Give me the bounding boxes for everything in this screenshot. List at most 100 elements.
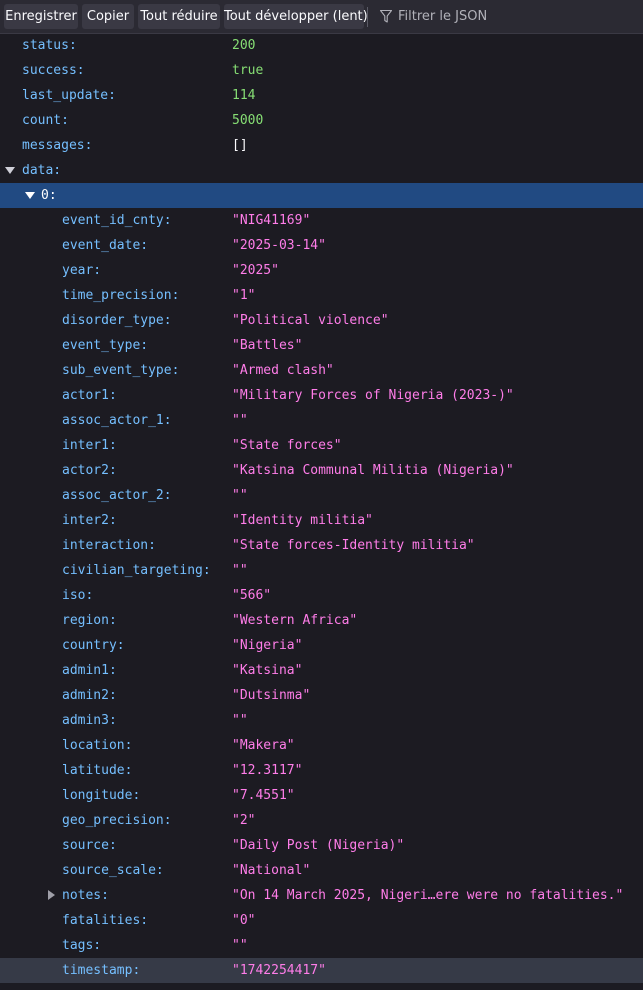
json-row-tags[interactable]: tags: "" [0, 933, 643, 958]
json-key: time_precision: [62, 288, 180, 303]
json-row-messages[interactable]: messages: [] [0, 133, 643, 158]
json-row-interaction[interactable]: interaction: "State forces-Identity milit… [0, 533, 643, 558]
json-tree: status: 200 success: true last_update: 1… [0, 33, 643, 983]
json-key: region: [62, 613, 117, 628]
filter-json-input[interactable]: Filtrer le JSON [378, 4, 628, 29]
json-key: status: [22, 38, 77, 53]
collapsed-chevron-icon[interactable] [48, 890, 55, 900]
json-key: iso: [62, 588, 94, 603]
json-value: "Makera" [232, 738, 295, 753]
json-key: admin1: [62, 663, 117, 678]
json-row-event-date[interactable]: event_date: "2025-03-14" [0, 233, 643, 258]
json-row-assoc-actor-1[interactable]: assoc_actor_1: "" [0, 408, 643, 433]
json-value: "NIG41169" [232, 213, 311, 228]
json-row-count[interactable]: count: 5000 [0, 108, 643, 133]
json-value: [] [232, 138, 248, 153]
json-key: timestamp: [62, 963, 141, 978]
json-row-civilian-targeting[interactable]: civilian_targeting: "" [0, 558, 643, 583]
json-row-location[interactable]: location: "Makera" [0, 733, 643, 758]
json-value: "Daily Post (Nigeria)" [232, 838, 405, 853]
json-row-success[interactable]: success: true [0, 58, 643, 83]
copy-button[interactable]: Copier [82, 4, 134, 29]
json-key: source: [62, 838, 117, 853]
json-key: year: [62, 263, 102, 278]
json-value: "12.3117" [232, 763, 303, 778]
json-row-assoc-actor-2[interactable]: assoc_actor_2: "" [0, 483, 643, 508]
expand-all-button[interactable]: Tout développer (lent) [224, 4, 368, 29]
json-key: event_type: [62, 338, 149, 353]
json-row-timestamp[interactable]: timestamp: "1742254417" [0, 958, 643, 983]
json-row-country[interactable]: country: "Nigeria" [0, 633, 643, 658]
json-row-iso[interactable]: iso: "566" [0, 583, 643, 608]
json-row-source[interactable]: source: "Daily Post (Nigeria)" [0, 833, 643, 858]
expanded-chevron-icon[interactable] [5, 167, 15, 174]
json-value: 200 [232, 38, 256, 53]
json-key: geo_precision: [62, 813, 172, 828]
json-value: "National" [232, 863, 311, 878]
json-key: success: [22, 63, 85, 78]
json-row-time-precision[interactable]: time_precision: "1" [0, 283, 643, 308]
json-key: count: [22, 113, 69, 128]
json-value: 114 [232, 88, 256, 103]
json-row-disorder-type[interactable]: disorder_type: "Political violence" [0, 308, 643, 333]
json-key: civilian_targeting: [62, 563, 211, 578]
json-row-event-type[interactable]: event_type: "Battles" [0, 333, 643, 358]
json-value: "2" [232, 813, 256, 828]
json-row-fatalities[interactable]: fatalities: "0" [0, 908, 643, 933]
json-key: notes: [62, 888, 109, 903]
json-value: "0" [232, 913, 256, 928]
json-row-admin2[interactable]: admin2: "Dutsinma" [0, 683, 643, 708]
json-key: country: [62, 638, 125, 653]
json-row-sub-event-type[interactable]: sub_event_type: "Armed clash" [0, 358, 643, 383]
json-row-geo-precision[interactable]: geo_precision: "2" [0, 808, 643, 833]
json-row-admin3[interactable]: admin3: "" [0, 708, 643, 733]
json-value: true [232, 63, 264, 78]
json-value: "On 14 March 2025, Nigeri…ere were no fa… [232, 888, 624, 903]
json-key: actor2: [62, 463, 117, 478]
json-value: "State forces-Identity militia" [232, 538, 475, 553]
json-value: "Political violence" [232, 313, 389, 328]
json-row-longitude[interactable]: longitude: "7.4551" [0, 783, 643, 808]
json-row-actor1[interactable]: actor1: "Military Forces of Nigeria (2023… [0, 383, 643, 408]
json-row-source-scale[interactable]: source_scale: "National" [0, 858, 643, 883]
json-row-data-0[interactable]: 0: [0, 183, 643, 208]
json-row-data[interactable]: data: [0, 158, 643, 183]
json-key: interaction: [62, 538, 156, 553]
json-value: "" [232, 563, 248, 578]
json-row-inter2[interactable]: inter2: "Identity militia" [0, 508, 643, 533]
json-row-last-update[interactable]: last_update: 114 [0, 83, 643, 108]
json-row-status[interactable]: status: 200 [0, 33, 643, 58]
json-key: assoc_actor_2: [62, 488, 172, 503]
json-row-latitude[interactable]: latitude: "12.3117" [0, 758, 643, 783]
json-key: fatalities: [62, 913, 149, 928]
collapse-all-button[interactable]: Tout réduire [138, 4, 220, 29]
json-value: "" [232, 488, 248, 503]
json-value: "State forces" [232, 438, 342, 453]
json-key: longitude: [62, 788, 141, 803]
expanded-chevron-icon[interactable] [25, 192, 35, 199]
json-key: event_id_cnty: [62, 213, 172, 228]
json-value: "1742254417" [232, 963, 326, 978]
json-viewer-toolbar: Enregistrer Copier Tout réduire Tout dév… [0, 0, 643, 34]
json-row-actor2[interactable]: actor2: "Katsina Communal Militia (Nigeri… [0, 458, 643, 483]
json-row-event-id-cnty[interactable]: event_id_cnty: "NIG41169" [0, 208, 643, 233]
json-value: "Dutsinma" [232, 688, 311, 703]
json-row-region[interactable]: region: "Western Africa" [0, 608, 643, 633]
json-key: messages: [22, 138, 93, 153]
json-value: "2025-03-14" [232, 238, 326, 253]
json-value: "Western Africa" [232, 613, 358, 628]
json-key: actor1: [62, 388, 117, 403]
json-value: 5000 [232, 113, 264, 128]
json-row-year[interactable]: year: "2025" [0, 258, 643, 283]
json-value: "Identity militia" [232, 513, 373, 528]
json-value: "Nigeria" [232, 638, 303, 653]
json-key: inter2: [62, 513, 117, 528]
json-key: 0: [41, 188, 57, 203]
json-row-notes[interactable]: notes: "On 14 March 2025, Nigeri…ere wer… [0, 883, 643, 908]
json-value: "Katsina Communal Militia (Nigeria)" [232, 463, 514, 478]
json-row-admin1[interactable]: admin1: "Katsina" [0, 658, 643, 683]
save-button[interactable]: Enregistrer [4, 4, 78, 29]
json-row-inter1[interactable]: inter1: "State forces" [0, 433, 643, 458]
json-key: latitude: [62, 763, 133, 778]
json-key: source_scale: [62, 863, 164, 878]
